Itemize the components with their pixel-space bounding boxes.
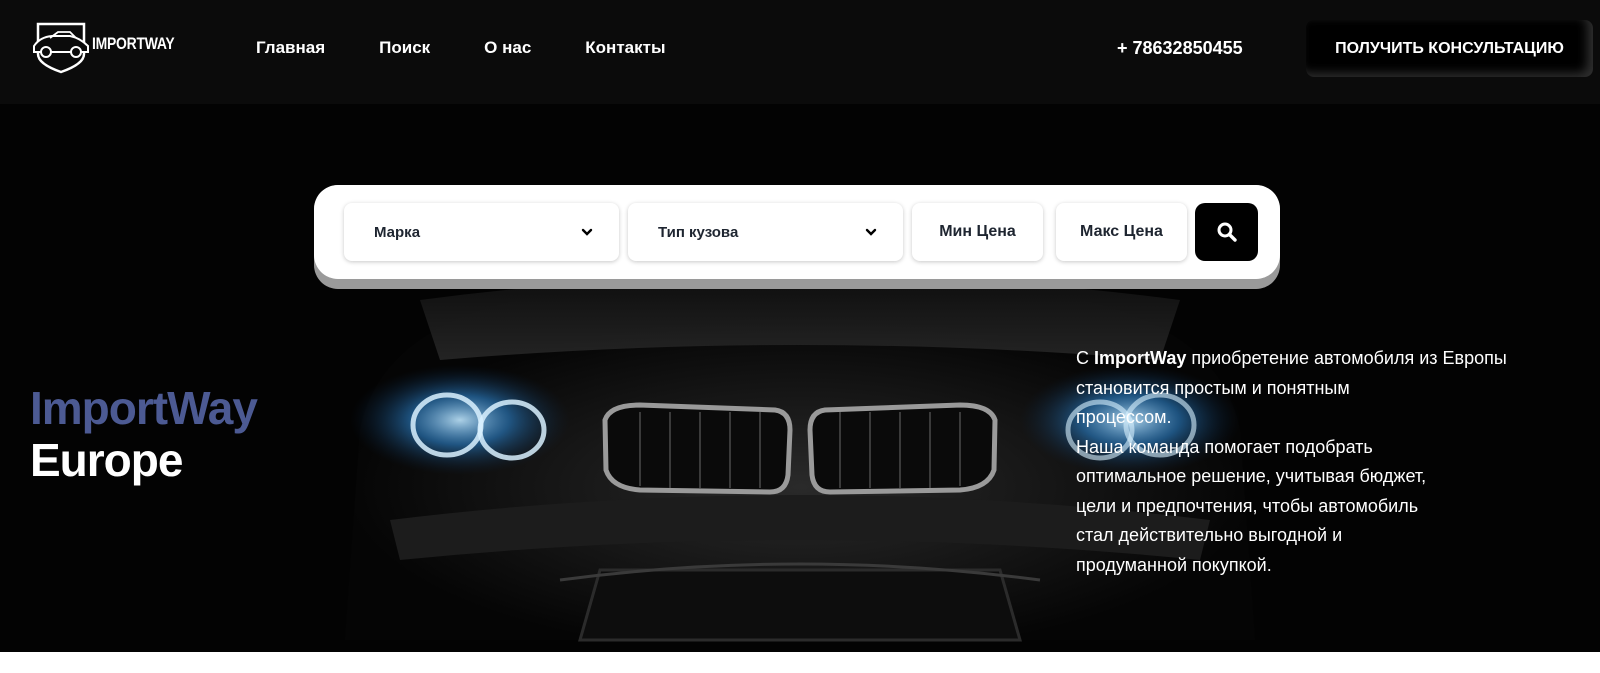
desc-brand: ImportWay <box>1094 348 1187 368</box>
hero-title-line2: Europe <box>30 434 183 486</box>
min-price-label: Мин Цена <box>939 223 1016 240</box>
max-price-label: Макс Цена <box>1080 223 1163 240</box>
search-panel: Марка Тип кузова Мин Цена Макс Цена <box>314 185 1280 289</box>
nav-item-home[interactable]: Главная <box>256 38 325 58</box>
search-form: Марка Тип кузова Мин Цена Макс Цена <box>314 185 1280 279</box>
page-bottom-strip <box>0 652 1600 673</box>
hero-title: ImportWay Europe <box>30 382 258 486</box>
main-nav: Главная Поиск О нас Контакты <box>256 38 719 58</box>
chevron-down-icon <box>581 228 593 236</box>
brand-select[interactable]: Марка <box>344 203 619 261</box>
logo-text: IMPORTWAY <box>92 34 175 53</box>
desc-line-2: становится простым и понятным <box>1076 377 1350 398</box>
search-icon <box>1217 222 1237 242</box>
search-button[interactable] <box>1195 203 1258 261</box>
body-type-select[interactable]: Тип кузова <box>628 203 903 261</box>
desc-line-6: цели и предпочтения, чтобы автомобиль <box>1076 495 1419 516</box>
chevron-down-icon <box>865 228 877 236</box>
desc-prefix: С <box>1076 348 1094 368</box>
nav-item-about[interactable]: О нас <box>484 38 531 58</box>
max-price-input[interactable]: Макс Цена <box>1056 203 1187 261</box>
desc-line-4: Наша команда помогает подобрать <box>1076 436 1373 457</box>
nav-item-search[interactable]: Поиск <box>379 38 430 58</box>
desc-line-7: стал действительно выгодной и <box>1076 525 1343 545</box>
brand-select-label: Марка <box>374 223 421 241</box>
hero-description: С ImportWay приобретение автомобиля из Е… <box>1076 344 1576 580</box>
body-type-select-label: Тип кузова <box>658 223 739 241</box>
desc-line-8: продуманной покупкой. <box>1076 554 1272 575</box>
nav-item-contacts[interactable]: Контакты <box>585 38 665 58</box>
phone-link[interactable]: + 78632850455 <box>1117 38 1243 59</box>
desc-line-3: процессом. <box>1076 407 1172 427</box>
hero-title-line1: ImportWay <box>30 382 258 434</box>
desc-line1-rest: приобретение автомобиля из Европы <box>1186 348 1507 368</box>
desc-line-1: С ImportWay приобретение автомобиля из Е… <box>1076 344 1576 374</box>
car-shield-icon <box>33 22 89 74</box>
page: IMPORTWAY Главная Поиск О нас Контакты +… <box>0 0 1600 673</box>
min-price-input[interactable]: Мин Цена <box>912 203 1043 261</box>
desc-line-5: оптимальное решение, учитывая бюджет, <box>1076 466 1427 486</box>
site-header: IMPORTWAY Главная Поиск О нас Контакты +… <box>0 0 1600 104</box>
logo[interactable]: IMPORTWAY <box>32 20 182 74</box>
consultation-button[interactable]: ПОЛУЧИТЬ КОНСУЛЬТАЦИЮ <box>1306 20 1593 77</box>
